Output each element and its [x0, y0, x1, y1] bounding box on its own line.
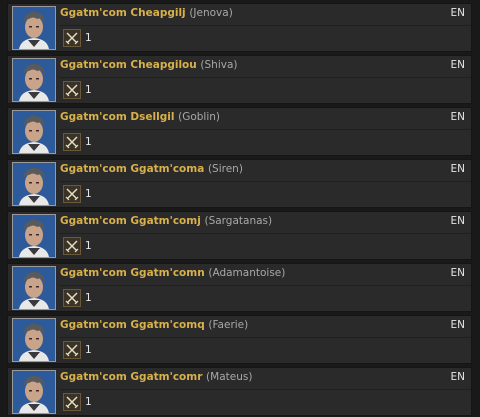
character-row[interactable]: Ggatm'com Cheapgilj (Jenova) EN 1	[7, 3, 472, 52]
world-name: (Adamantoise)	[208, 267, 286, 279]
language-tag: EN	[450, 267, 466, 279]
job-level: 1	[85, 136, 92, 148]
world-name: (Mateus)	[206, 371, 253, 383]
character-portrait	[12, 318, 56, 362]
character-portrait	[12, 110, 56, 154]
character-portrait	[12, 266, 56, 310]
swords-icon	[63, 133, 81, 151]
language-tag: EN	[450, 7, 466, 19]
job-level: 1	[85, 188, 92, 200]
swords-icon	[63, 185, 81, 203]
swords-icon	[63, 81, 81, 99]
character-name: Ggatm'com Ggatm'comr (Mateus)	[60, 371, 253, 383]
world-name: (Jenova)	[189, 7, 233, 19]
character-portrait	[12, 214, 56, 258]
language-tag: EN	[450, 215, 466, 227]
character-name: Ggatm'com Dsellgil (Goblin)	[60, 111, 221, 123]
character-portrait	[12, 6, 56, 50]
character-row[interactable]: Ggatm'com Ggatm'comq (Faerie) EN 1	[7, 315, 472, 364]
character-name: Ggatm'com Cheapgilj (Jenova)	[60, 7, 233, 19]
world-name: (Shiva)	[200, 59, 238, 71]
world-name: (Faerie)	[208, 319, 249, 331]
character-name: Ggatm'com Ggatm'comn (Adamantoise)	[60, 267, 286, 279]
world-name: (Sargatanas)	[204, 215, 273, 227]
character-name: Ggatm'com Ggatm'comq (Faerie)	[60, 319, 249, 331]
character-row[interactable]: Ggatm'com Dsellgil (Goblin) EN 1	[7, 107, 472, 156]
job-level: 1	[85, 396, 92, 408]
swords-icon	[63, 237, 81, 255]
character-list: Ggatm'com Cheapgilj (Jenova) EN 1 Ggatm'…	[0, 0, 480, 417]
language-tag: EN	[450, 163, 466, 175]
swords-icon	[63, 341, 81, 359]
character-row[interactable]: Ggatm'com Cheapgilou (Shiva) EN 1	[7, 55, 472, 104]
character-row[interactable]: Ggatm'com Ggatm'comj (Sargatanas) EN 1	[7, 211, 472, 260]
language-tag: EN	[450, 59, 466, 71]
character-row[interactable]: Ggatm'com Ggatm'comr (Mateus) EN 1	[7, 367, 472, 416]
character-portrait	[12, 162, 56, 206]
job-level: 1	[85, 240, 92, 252]
swords-icon	[63, 393, 81, 411]
job-level: 1	[85, 32, 92, 44]
job-level: 1	[85, 84, 92, 96]
world-name: (Siren)	[207, 163, 243, 175]
character-row[interactable]: Ggatm'com Ggatm'comn (Adamantoise) EN 1	[7, 263, 472, 312]
language-tag: EN	[450, 319, 466, 331]
job-level: 1	[85, 344, 92, 356]
character-row[interactable]: Ggatm'com Ggatm'coma (Siren) EN 1	[7, 159, 472, 208]
language-tag: EN	[450, 111, 466, 123]
swords-icon	[63, 29, 81, 47]
swords-icon	[63, 289, 81, 307]
character-portrait	[12, 58, 56, 102]
character-name: Ggatm'com Ggatm'comj (Sargatanas)	[60, 215, 273, 227]
character-name: Ggatm'com Cheapgilou (Shiva)	[60, 59, 238, 71]
character-name: Ggatm'com Ggatm'coma (Siren)	[60, 163, 243, 175]
world-name: (Goblin)	[178, 111, 221, 123]
language-tag: EN	[450, 371, 466, 383]
character-portrait	[12, 370, 56, 414]
job-level: 1	[85, 292, 92, 304]
